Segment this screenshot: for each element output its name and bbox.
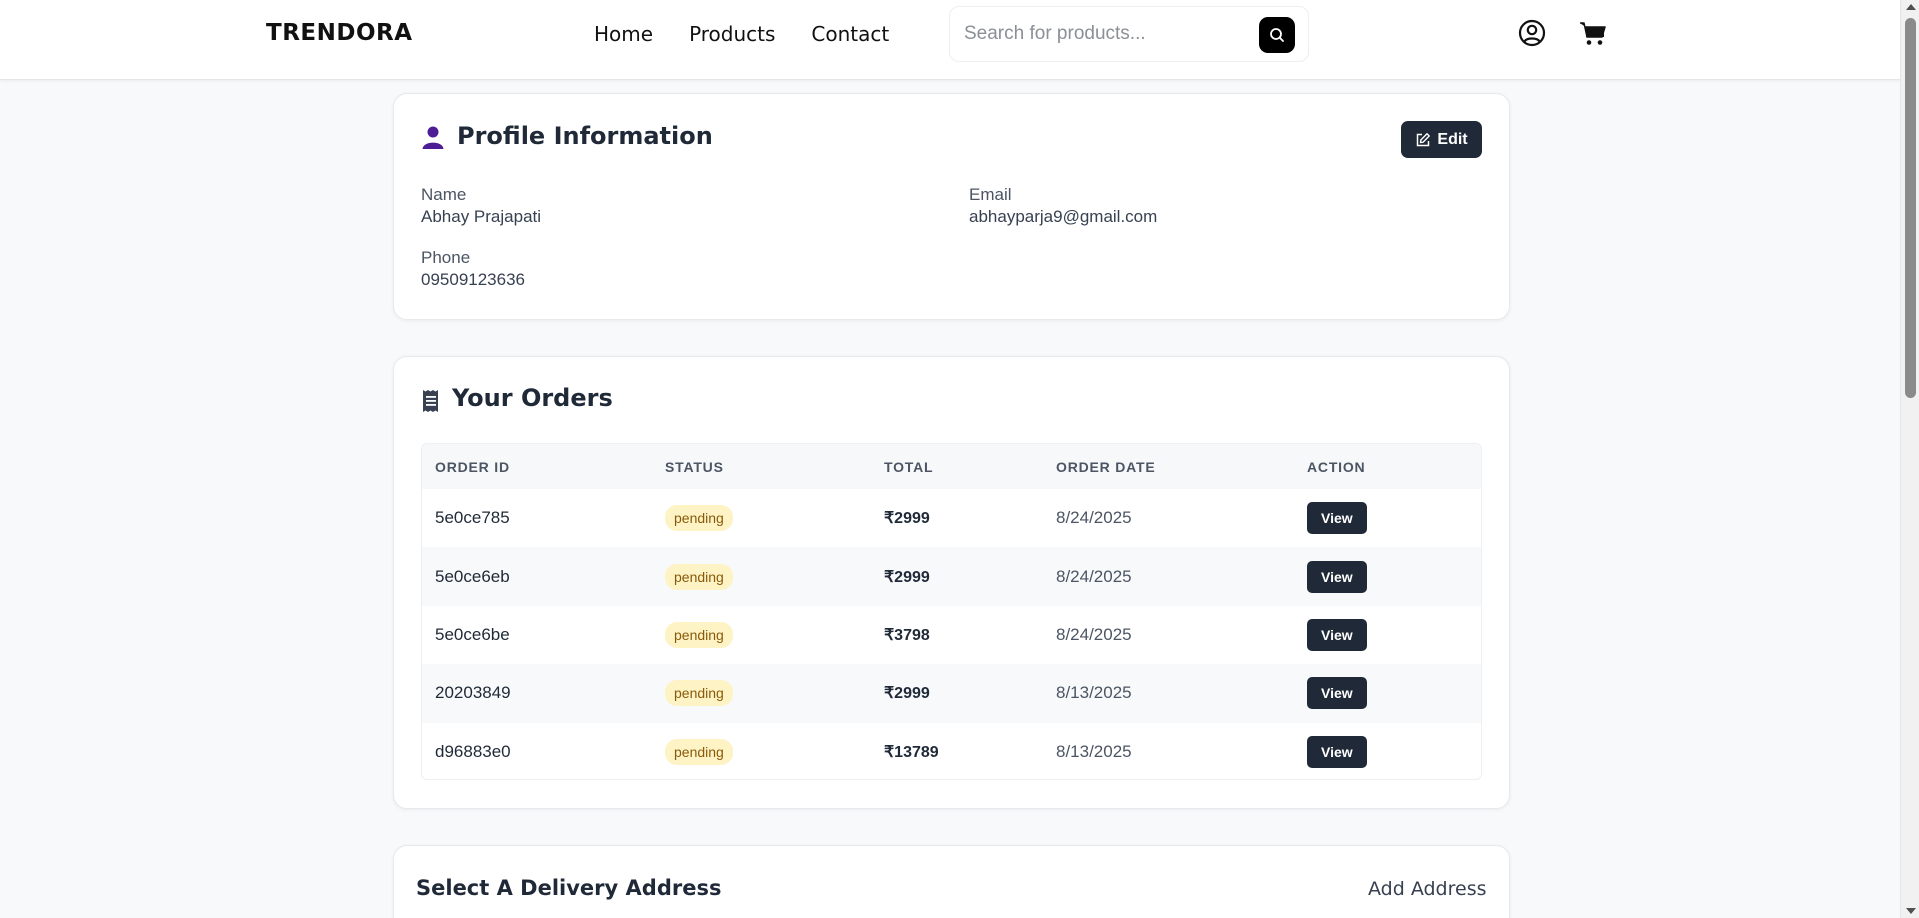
- order-id: 5e0ce6be: [435, 624, 510, 644]
- phone-label: Phone: [421, 248, 471, 267]
- col-order-id: ORDER ID: [435, 458, 510, 475]
- name-label: Name: [421, 185, 467, 204]
- table-row: 5e0ce6eb pending ₹2999 8/24/2025 View: [422, 547, 1481, 606]
- col-status: STATUS: [665, 458, 724, 475]
- status-badge: pending: [665, 680, 733, 707]
- order-total: ₹2999: [884, 685, 930, 703]
- orders-title: Your Orders: [452, 384, 613, 412]
- view-button[interactable]: View: [1307, 502, 1367, 535]
- orders-card: Your Orders ORDER ID STATUS TOTAL ORDER …: [393, 356, 1510, 809]
- table-row: d96883e0 pending ₹13789 8/13/2025 View: [422, 723, 1481, 779]
- nav-products[interactable]: Products: [689, 22, 775, 46]
- email-label: Email: [969, 185, 1012, 204]
- col-order-date: ORDER DATE: [1056, 458, 1156, 475]
- status-badge: pending: [665, 621, 733, 648]
- nav-contact[interactable]: Contact: [811, 22, 889, 46]
- page-scrollbar[interactable]: [1900, 0, 1919, 918]
- order-date: 8/24/2025: [1056, 566, 1132, 586]
- order-date: 8/24/2025: [1056, 508, 1132, 528]
- search-icon: [1270, 28, 1284, 42]
- edit-icon: [1417, 132, 1431, 146]
- profile-title: Profile Information: [457, 122, 713, 150]
- main-nav: Home Products Contact: [594, 22, 889, 46]
- orders-table: ORDER ID STATUS TOTAL ORDER DATE ACTION …: [421, 443, 1482, 780]
- view-button[interactable]: View: [1307, 560, 1367, 593]
- order-id: 20203849: [435, 683, 511, 703]
- email-value: abhayparja9@gmail.com: [969, 207, 1158, 226]
- scroll-down-arrow[interactable]: [1906, 908, 1916, 914]
- scroll-thumb[interactable]: [1905, 18, 1916, 398]
- edit-button[interactable]: Edit: [1401, 121, 1482, 158]
- order-total: ₹3798: [884, 626, 930, 644]
- table-row: 20203849 pending ₹2999 8/13/2025 View: [422, 664, 1481, 723]
- search-box: [949, 6, 1309, 62]
- name-value: Abhay Prajapati: [421, 207, 542, 226]
- address-card: Select A Delivery Address Add Address: [393, 845, 1510, 918]
- edit-label: Edit: [1437, 130, 1468, 148]
- site-header: TRENDORA Home Products Contact: [0, 0, 1900, 80]
- order-total: ₹2999: [884, 568, 930, 586]
- phone-value: 09509123636: [421, 270, 526, 289]
- table-header-row: ORDER ID STATUS TOTAL ORDER DATE ACTION: [422, 444, 1481, 489]
- table-row: 5e0ce6be pending ₹3798 8/24/2025 View: [422, 606, 1481, 664]
- order-id: 5e0ce6eb: [435, 566, 510, 586]
- col-total: TOTAL: [884, 458, 934, 475]
- user-icon: [422, 126, 444, 149]
- profile-card: Profile Information Edit Name Abhay Praj…: [393, 93, 1510, 320]
- view-button[interactable]: View: [1307, 618, 1367, 651]
- order-date: 8/24/2025: [1056, 624, 1132, 644]
- cart-icon[interactable]: [1578, 18, 1608, 48]
- status-badge: pending: [665, 505, 733, 532]
- nav-home[interactable]: Home: [594, 22, 653, 46]
- add-address-button[interactable]: Add Address: [1368, 878, 1487, 900]
- user-circle-icon[interactable]: [1517, 18, 1547, 48]
- table-row: 5e0ce785 pending ₹2999 8/24/2025 View: [422, 489, 1481, 547]
- status-badge: pending: [665, 738, 733, 765]
- order-total: ₹2999: [884, 510, 930, 528]
- logo[interactable]: TRENDORA: [266, 20, 413, 46]
- order-date: 8/13/2025: [1056, 683, 1132, 703]
- order-id: d96883e0: [435, 741, 511, 761]
- address-title: Select A Delivery Address: [416, 876, 722, 900]
- search-input[interactable]: [964, 19, 1244, 49]
- order-date: 8/13/2025: [1056, 741, 1132, 761]
- col-action: ACTION: [1307, 458, 1366, 475]
- scroll-up-arrow[interactable]: [1906, 4, 1916, 10]
- search-button[interactable]: [1259, 17, 1295, 53]
- view-button[interactable]: View: [1307, 677, 1367, 710]
- order-id: 5e0ce785: [435, 508, 510, 528]
- receipt-icon: [423, 390, 438, 412]
- status-badge: pending: [665, 563, 733, 590]
- order-total: ₹13789: [884, 743, 939, 761]
- view-button[interactable]: View: [1307, 735, 1367, 768]
